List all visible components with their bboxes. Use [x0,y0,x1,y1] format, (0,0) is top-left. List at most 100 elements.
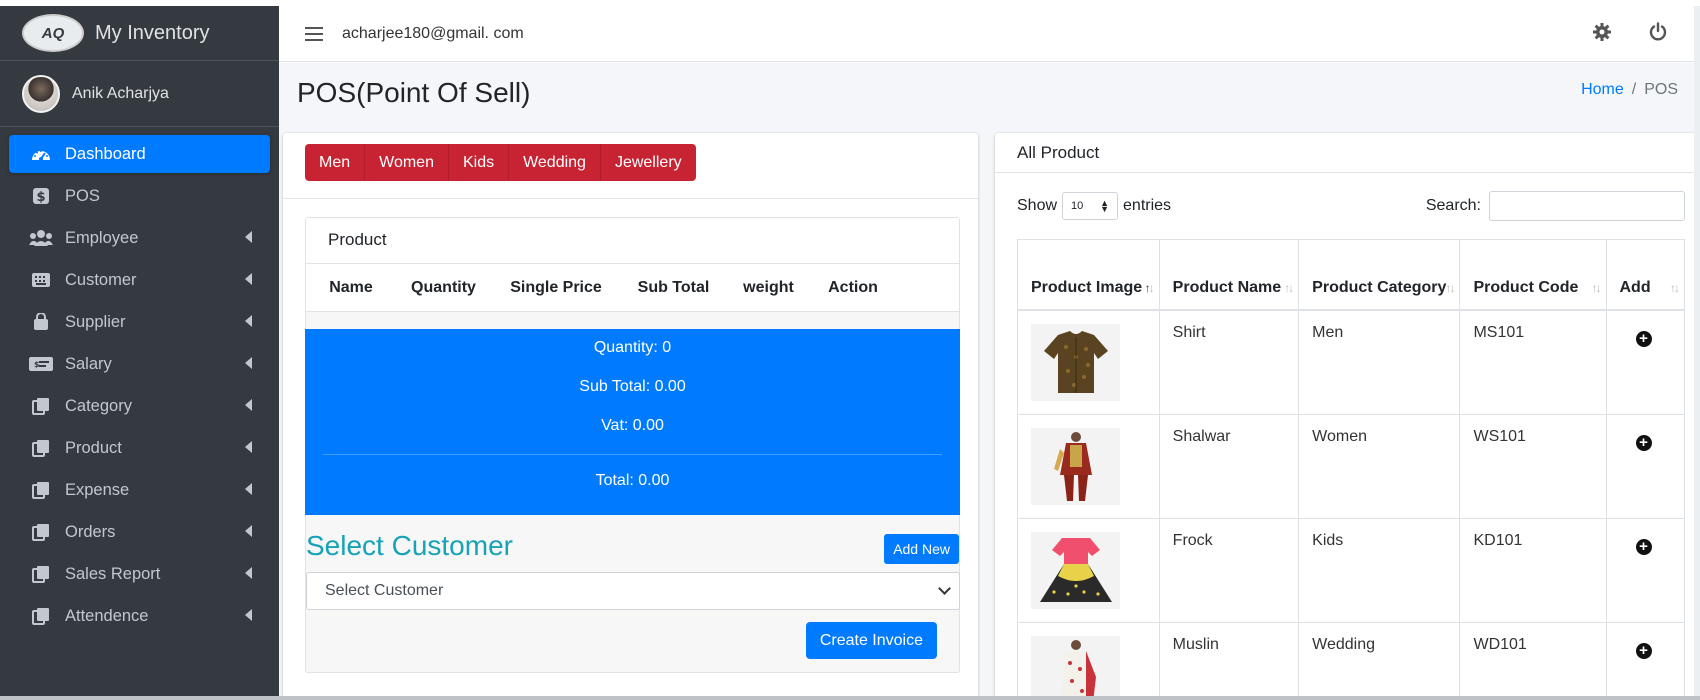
chevron-left-icon [245,231,252,243]
plus-circle-icon[interactable]: + [1635,538,1652,555]
all-product-card: All Product Show 10 ▲ ▼ entries Search: P… [995,133,1700,700]
tachometer-icon [29,144,53,164]
chevron-left-icon [245,483,252,495]
category-button-wedding[interactable]: Wedding [509,144,601,181]
user-name: Anik Acharjya [72,84,169,102]
add-new-customer-button[interactable]: Add New [884,534,959,564]
show-label: Show [1017,197,1058,214]
sidebar-item-supplier[interactable]: Supplier [9,303,270,341]
sidebar-item-sales-report[interactable]: Sales Report [9,555,270,593]
dollar-icon: $ [29,186,53,206]
sidebar-item-label: Product [65,438,122,457]
brand[interactable]: AQ My Inventory [0,6,279,61]
sidebar-item-product[interactable]: Product [9,429,270,467]
sidebar-item-orders[interactable]: Orders [9,513,270,551]
create-invoice-button[interactable]: Create Invoice [805,622,937,659]
breadcrumb-separator: / [1631,81,1637,98]
product-category-cell: Kids [1298,517,1461,623]
product-code-cell: MS101 [1459,309,1607,415]
product-name-cell: Shirt [1158,309,1300,415]
page-scrollbar[interactable] [1694,6,1700,700]
category-button-men[interactable]: Men [305,144,366,181]
sidebar-item-salary[interactable]: $ Salary [9,345,270,383]
money-bill-icon: $ [29,354,53,374]
cart-title: Product [306,218,959,264]
product-category-cell: Men [1298,309,1461,415]
product-image-shalwar [1031,427,1120,505]
entries-select[interactable]: 10 ▲ ▼ [1062,192,1119,220]
column-header-product-code[interactable]: Product Code ↑↓ [1459,239,1607,311]
summary-quantity: Quantity: 0 [593,339,672,356]
column-header: weight [743,278,794,296]
breadcrumb: Home / POS [1581,81,1678,99]
sidebar-item-label: Sales Report [65,564,161,583]
product-code-cell: WS101 [1459,413,1607,519]
summary-total: Total: 0.00 [595,472,670,489]
category-button-kids[interactable]: Kids [448,144,510,181]
product-category-cell: Wedding [1298,621,1461,700]
plus-circle-icon[interactable]: + [1635,330,1652,347]
column-header: Sub Total [637,278,710,296]
table-row: Shirt Men MS101 + [1017,309,1685,415]
chevron-left-icon [245,567,252,579]
breadcrumb-home[interactable]: Home [1581,81,1624,98]
chevron-left-icon [245,441,252,453]
summary-vat: Vat: 0.00 [601,417,664,434]
sidebar-item-attendence[interactable]: Attendence [9,597,270,635]
content: POS(Point Of Sell) Home / POS Men Women Ki… [279,63,1700,700]
shopping-bag-icon [29,312,53,332]
sidebar-item-label: Dashboard [65,144,146,163]
product-category-cell: Women [1298,413,1461,519]
entries-select-value: 10 [1071,200,1084,212]
chevron-left-icon [245,273,252,285]
column-header: Name [329,278,373,296]
page-title: POS(Point Of Sell) [297,77,531,108]
sidebar-item-employee[interactable]: Employee [9,219,270,257]
plus-circle-icon[interactable]: + [1635,642,1652,659]
sort-icon: ↑↓ [1144,280,1155,295]
chevron-left-icon [245,525,252,537]
customer-select-value: Select Customer [325,582,444,599]
category-button-women[interactable]: Women [365,144,449,181]
add-cell: + [1605,309,1685,415]
column-header-product-name[interactable]: Product Name ↑↓ [1158,239,1300,311]
add-cell: + [1605,517,1685,623]
divider [283,198,978,199]
user-panel[interactable]: Anik Acharjya [0,61,279,127]
chevron-left-icon [245,399,252,411]
customer-select[interactable]: Select Customer [306,572,960,610]
horizontal-scrollbar[interactable] [0,696,1700,700]
column-header-label: Add [1619,278,1651,296]
gear-icon[interactable] [1592,22,1614,44]
category-button-jewellery[interactable]: Jewellery [600,144,696,181]
product-name-cell: Shalwar [1158,413,1300,519]
column-header-add[interactable]: Add ↑↓ [1605,239,1685,311]
sidebar-item-label: Category [65,396,132,415]
sidebar-item-pos[interactable]: $ POS [9,177,270,215]
sidebar-item-label: POS [65,186,100,205]
product-table: Product Image ↑↓ Product Name ↑↓ Product… [1017,239,1685,700]
chevron-left-icon [245,609,252,621]
sidebar-item-expense[interactable]: Expense [9,471,270,509]
column-header-product-image[interactable]: Product Image ↑↓ [1017,239,1160,311]
topbar: acharjee180@gmail. com [279,6,1700,62]
column-header-product-category[interactable]: Product Category ↑↓ [1298,239,1461,311]
sidebar-item-label: Salary [65,354,112,373]
add-cell: + [1605,621,1685,700]
sidebar-item-label: Attendence [65,606,149,625]
copy-icon [29,522,53,542]
menu-toggle-icon[interactable] [305,26,323,41]
plus-circle-icon[interactable]: + [1635,434,1652,451]
sidebar-item-dashboard[interactable]: Dashboard [9,135,270,173]
chevron-left-icon [245,357,252,369]
product-image-frock [1031,531,1120,609]
product-image-muslin [1031,635,1120,700]
search-input[interactable] [1489,191,1685,221]
users-icon [29,228,53,248]
sidebar-item-customer[interactable]: Customer [9,261,270,299]
power-icon[interactable] [1648,22,1670,44]
sidebar-item-category[interactable]: Category [9,387,270,425]
all-product-title: All Product [995,133,1700,173]
sidebar-item-label: Supplier [65,312,126,331]
copy-icon [29,606,53,626]
